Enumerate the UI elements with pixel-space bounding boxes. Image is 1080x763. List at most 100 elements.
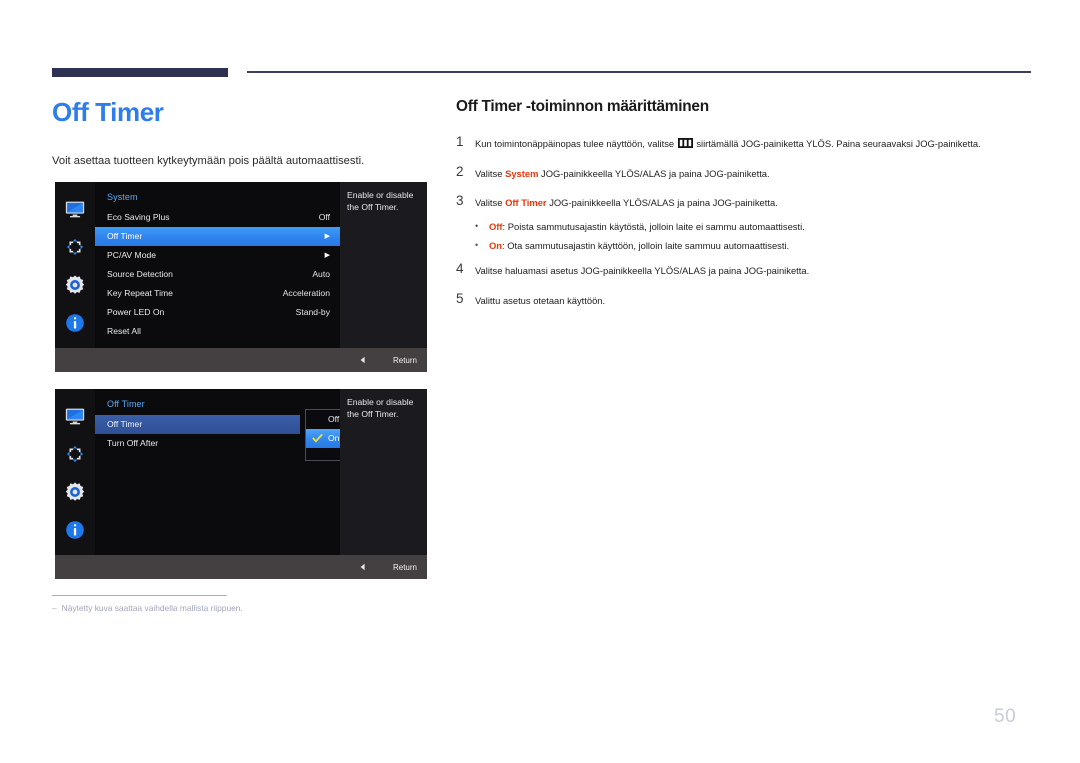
osd-return-label[interactable]: Return bbox=[393, 356, 417, 365]
osd-footer-bar: Return bbox=[55, 555, 427, 579]
osd-description-pane: Enable or disable the Off Timer. bbox=[340, 389, 427, 555]
check-icon bbox=[312, 434, 323, 443]
display-icon bbox=[65, 201, 85, 218]
bullet-marker: • bbox=[475, 221, 479, 232]
footnote-text: Näytetty kuva saattaa vaihdella mallista… bbox=[61, 603, 243, 613]
bullet-highlight-term: Off bbox=[489, 221, 503, 233]
step-text-before: Valitse bbox=[475, 167, 503, 179]
osd-item-value: Auto bbox=[312, 269, 330, 279]
osd-menu-item[interactable]: Source Detection Auto bbox=[95, 265, 340, 284]
osd-item-value: Off bbox=[318, 212, 330, 222]
osd-item-value: Acceleration bbox=[282, 288, 330, 298]
osd-screenshot-off-timer-menu: Off Timer Off Timer Turn Off After Off O… bbox=[55, 389, 427, 579]
step-text: Valitse Off Timer JOG-painikkeella YLÖS/… bbox=[475, 194, 778, 210]
step-1: 1 Kun toimintonäppäinopas tulee näyttöön… bbox=[456, 134, 1034, 151]
osd-return-label[interactable]: Return bbox=[393, 563, 417, 572]
display-icon bbox=[65, 408, 85, 425]
step-3: 3 Valitse Off Timer JOG-painikkeella YLÖ… bbox=[456, 194, 1034, 210]
settings-gear-icon bbox=[65, 482, 85, 501]
step-4: 4 Valitse haluamasi asetus JOG-painikkee… bbox=[456, 262, 1034, 278]
osd-item-label: Reset All bbox=[107, 326, 141, 336]
list-item: • Off: Poista sammutusajastin käytöstä, … bbox=[456, 220, 1034, 233]
step-number: 3 bbox=[456, 193, 464, 209]
osd-item-value: Stand-by bbox=[295, 307, 330, 317]
step-text-before: Kun toimintonäppäinopas tulee näyttöön, … bbox=[475, 138, 675, 149]
step-number: 4 bbox=[456, 261, 464, 277]
return-arrow-icon bbox=[360, 356, 365, 364]
bullet-text: Off: Poista sammutusajastin käytöstä, jo… bbox=[489, 220, 805, 233]
footnote-dash: ‒ bbox=[52, 603, 57, 613]
step-text-after: JOG-painikkeella YLÖS/ALAS ja paina JOG-… bbox=[549, 197, 778, 209]
osd-menu-item[interactable]: Power LED On Stand-by bbox=[95, 303, 340, 322]
picture-adjust-icon bbox=[66, 238, 84, 256]
osd-screenshot-system-menu: System Eco Saving Plus Off Off Timer ▶ P… bbox=[55, 182, 427, 372]
osd-menu-panel: Off Timer Off Timer Turn Off After Off O… bbox=[95, 389, 427, 555]
osd-item-label: Eco Saving Plus bbox=[107, 212, 170, 222]
step-text-after: JOG-painikkeella YLÖS/ALAS ja paina JOG-… bbox=[541, 167, 770, 179]
information-icon bbox=[66, 314, 84, 332]
step-text: Valitse haluamasi asetus JOG-painikkeell… bbox=[475, 265, 810, 277]
osd-item-label: Power LED On bbox=[107, 307, 165, 317]
information-icon bbox=[66, 521, 84, 539]
menu-icon bbox=[677, 138, 693, 148]
osd-menu-item-turn-off-after[interactable]: Turn Off After bbox=[95, 434, 340, 453]
step-highlight-term: Off Timer bbox=[505, 197, 547, 209]
bullet-body: : Poista sammutusajastin käytöstä, jollo… bbox=[502, 221, 805, 233]
osd-footer-bar: Return bbox=[55, 348, 427, 372]
settings-gear-icon bbox=[65, 275, 85, 294]
bullet-highlight-term: On bbox=[489, 240, 503, 252]
header-rule-thick bbox=[52, 68, 228, 77]
step-text-before: Valitse bbox=[475, 197, 503, 209]
header-rule-thin bbox=[247, 71, 1031, 73]
step-highlight-term: System bbox=[505, 167, 539, 179]
osd-sidebar bbox=[55, 182, 95, 372]
osd-item-label: Key Repeat Time bbox=[107, 288, 173, 298]
step-5: 5 Valittu asetus otetaan käyttöön. bbox=[456, 291, 1034, 308]
step-number: 1 bbox=[456, 134, 464, 149]
osd-menu-item-off-timer[interactable]: Off Timer bbox=[95, 415, 300, 434]
footnote-divider bbox=[52, 595, 227, 597]
osd-menu-item[interactable]: Eco Saving Plus Off bbox=[95, 208, 340, 227]
osd-menu-item-off-timer[interactable]: Off Timer ▶ bbox=[95, 227, 340, 246]
osd-item-label: PC/AV Mode bbox=[107, 250, 157, 260]
chevron-right-icon: ▶ bbox=[324, 252, 330, 259]
osd-item-label: Off Timer bbox=[107, 231, 143, 241]
chevron-right-icon: ▶ bbox=[324, 233, 330, 240]
osd-option-label: Off bbox=[328, 414, 340, 424]
intro-paragraph: Voit asettaa tuotteen kytkeytymään pois … bbox=[52, 154, 365, 167]
step-text: Kun toimintonäppäinopas tulee näyttöön, … bbox=[475, 135, 981, 151]
osd-menu-item[interactable]: Key Repeat Time Acceleration bbox=[95, 284, 340, 303]
osd-panel-title: System bbox=[107, 192, 138, 202]
osd-item-label: Off Timer bbox=[107, 419, 143, 429]
osd-menu-panel: System Eco Saving Plus Off Off Timer ▶ P… bbox=[95, 182, 340, 348]
bullet-list: • Off: Poista sammutusajastin käytöstä, … bbox=[456, 220, 1034, 252]
osd-item-label: Source Detection bbox=[107, 269, 173, 279]
list-item: • On: Ota sammutusajastin käyttöön, joll… bbox=[456, 239, 1034, 252]
right-column: Off Timer -toiminnon määrittäminen 1 Kun… bbox=[456, 98, 1034, 322]
left-column: Off Timer Voit asettaa tuotteen kytkeyty… bbox=[52, 98, 432, 169]
osd-sidebar bbox=[55, 389, 95, 579]
step-text: Valittu asetus otetaan käyttöön. bbox=[475, 295, 606, 307]
section-title: Off Timer -toiminnon määrittäminen bbox=[456, 98, 709, 115]
step-2: 2 Valitse System JOG-painikkeella YLÖS/A… bbox=[456, 163, 1034, 181]
bullet-marker: • bbox=[475, 240, 479, 251]
steps-list: 1 Kun toimintonäppäinopas tulee näyttöön… bbox=[456, 134, 1034, 308]
page-title: Off Timer bbox=[52, 97, 164, 127]
osd-panel-title: Off Timer bbox=[107, 399, 145, 409]
osd-menu-item[interactable]: Reset All bbox=[95, 322, 340, 341]
osd-option-label: On bbox=[328, 433, 340, 443]
return-arrow-icon bbox=[360, 563, 365, 571]
bullet-text: On: Ota sammutusajastin käyttöön, jolloi… bbox=[489, 239, 789, 252]
picture-adjust-icon bbox=[66, 445, 84, 463]
document-page: Off Timer Voit asettaa tuotteen kytkeyty… bbox=[0, 0, 1080, 763]
step-text-after: siirtämällä JOG-painiketta YLÖS. Paina s… bbox=[696, 138, 981, 149]
step-number: 5 bbox=[456, 291, 464, 307]
page-number: 50 bbox=[994, 706, 1017, 727]
osd-description-pane: Enable or disable the Off Timer. bbox=[340, 182, 427, 348]
osd-item-label: Turn Off After bbox=[107, 438, 159, 448]
step-text: Valitse System JOG-painikkeella YLÖS/ALA… bbox=[475, 165, 770, 181]
bullet-body: : Ota sammutusajastin käyttöön, jolloin … bbox=[502, 240, 790, 252]
footnote: ‒ Näytetty kuva saattaa vaihdella mallis… bbox=[52, 602, 472, 615]
osd-menu-item[interactable]: PC/AV Mode ▶ bbox=[95, 246, 340, 265]
step-number: 2 bbox=[456, 163, 464, 179]
